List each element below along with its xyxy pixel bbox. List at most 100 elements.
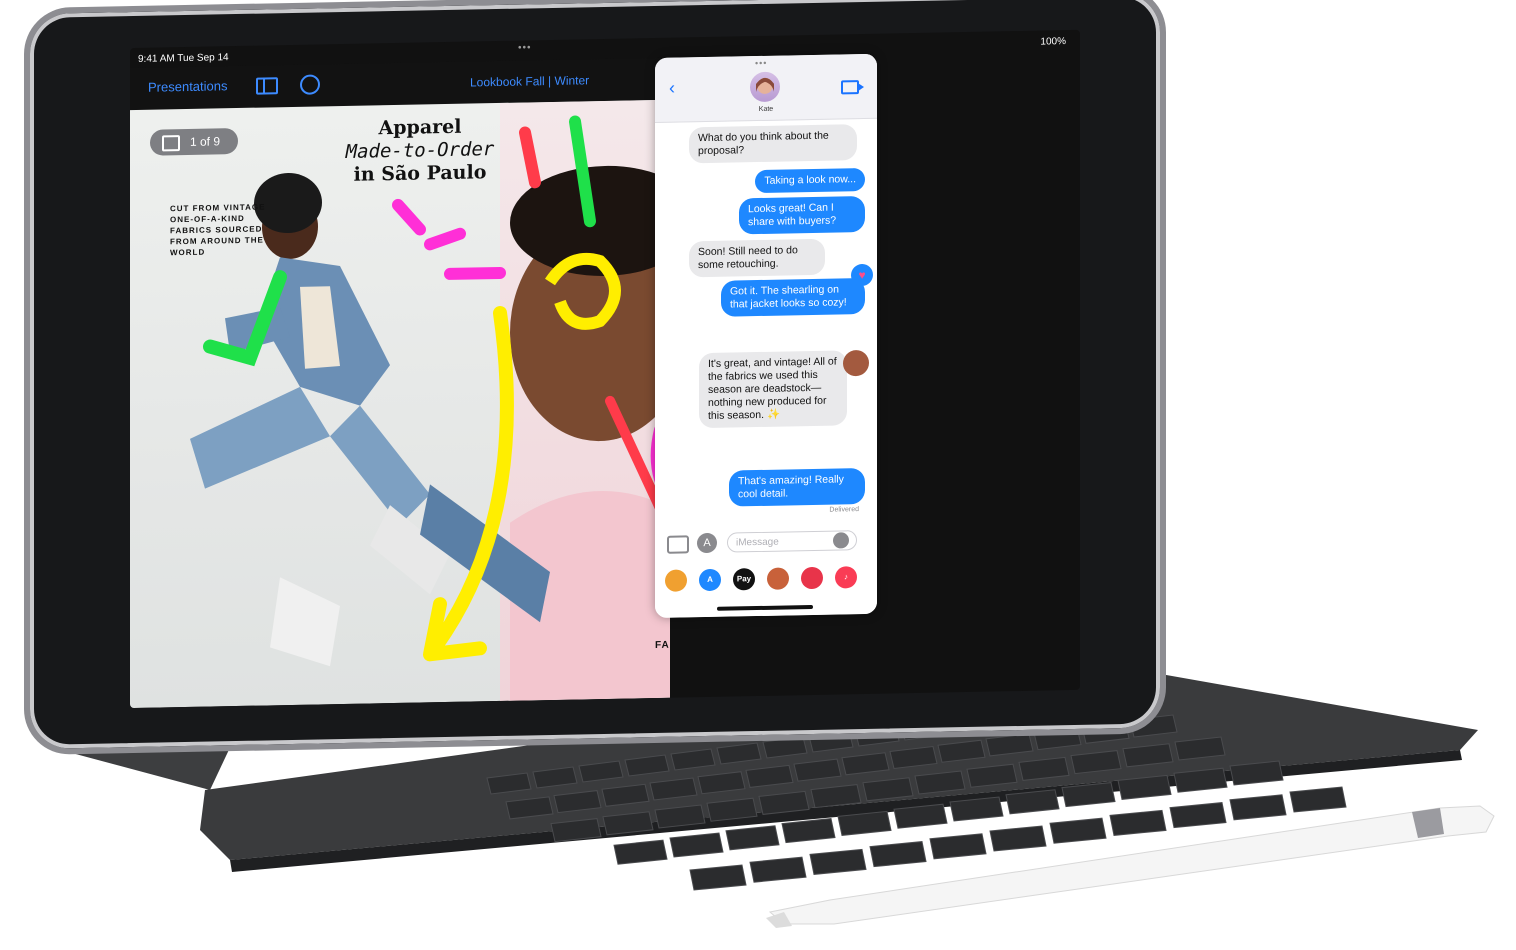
keyboard-key[interactable] <box>578 760 624 783</box>
keyboard-key[interactable] <box>749 856 807 883</box>
keyboard-key[interactable] <box>505 796 554 820</box>
memoji-icon[interactable] <box>767 567 789 590</box>
keyboard-key[interactable] <box>793 758 842 782</box>
keyboard-key[interactable] <box>1109 809 1167 836</box>
keyboard-key[interactable] <box>937 739 986 763</box>
keyboard-key[interactable] <box>745 764 794 788</box>
apple-pay-icon[interactable]: Pay <box>733 568 755 591</box>
keyboard-key[interactable] <box>613 839 668 865</box>
compose-area: A iMessage A Pay ♪ <box>655 521 877 618</box>
keyboard-key[interactable] <box>949 796 1004 822</box>
headline-line-2: Made-to-Order <box>345 138 495 163</box>
messages-slide-over: ••• ‹ Kate What do you think about the p… <box>655 53 877 618</box>
keyboard-key[interactable] <box>649 777 698 801</box>
keyboard-key[interactable] <box>689 864 747 891</box>
slide-body-copy: CUT FROM VINTAGE ONE-OF-A-KIND FABRICS S… <box>170 202 266 258</box>
keyboard-key[interactable] <box>725 825 780 851</box>
keyboard-key[interactable] <box>758 790 810 815</box>
undo-icon[interactable] <box>300 74 320 95</box>
keyboard-key[interactable] <box>1049 817 1107 844</box>
camera-icon[interactable] <box>667 535 689 554</box>
slide-footer-label: FALL/WINTER <box>655 638 670 651</box>
keyboard-key[interactable] <box>669 832 724 858</box>
keyboard-key[interactable] <box>706 797 758 822</box>
message-bubble-outgoing[interactable]: Taking a look now... <box>755 167 865 194</box>
keyboard-key[interactable] <box>985 733 1034 757</box>
message-bubble-outgoing[interactable]: Looks great! Can I share with buyers? <box>739 195 865 235</box>
message-thread: What do you think about the proposal? Ta… <box>655 118 877 522</box>
conversation-header: ••• ‹ Kate <box>655 53 877 123</box>
contact-avatar[interactable] <box>750 71 780 103</box>
keyboard-key[interactable] <box>654 804 706 829</box>
home-indicator[interactable] <box>717 604 813 611</box>
keyboard-key[interactable] <box>670 748 716 771</box>
slide-artwork <box>190 115 670 701</box>
headline-line-3: in São Paulo <box>353 161 487 186</box>
facetime-video-icon[interactable] <box>841 80 859 95</box>
keyboard-key[interactable] <box>624 754 670 777</box>
message-bubble-outgoing[interactable]: That's amazing! Really cool detail. <box>729 467 865 507</box>
keyboard-key[interactable] <box>893 803 948 829</box>
slide-counter[interactable]: 1 of 9 <box>150 128 238 156</box>
keyboard-key[interactable] <box>1173 767 1228 793</box>
keyboard-key[interactable] <box>550 818 602 843</box>
keyboard-key[interactable] <box>1122 743 1174 768</box>
keyboard-key[interactable] <box>1005 789 1060 815</box>
keyboard-key[interactable] <box>1070 750 1122 775</box>
keyboard-key[interactable] <box>1018 756 1070 781</box>
keyboard-key[interactable] <box>929 833 987 860</box>
slide-headline: Apparel Made-to-Order in São Paulo <box>320 115 520 188</box>
keyboard-key[interactable] <box>837 810 892 836</box>
keyboard-key[interactable] <box>989 825 1047 852</box>
keyboard-key[interactable] <box>889 745 938 770</box>
document-title[interactable]: Lookbook Fall | Winter <box>470 73 589 89</box>
keyboard-key[interactable] <box>602 811 654 836</box>
music-icon[interactable]: ♪ <box>835 566 857 589</box>
keyboard-key[interactable] <box>809 848 867 875</box>
keyboard-key[interactable] <box>781 818 836 844</box>
keyboard-key[interactable] <box>1117 774 1172 800</box>
slide-counter-text: 1 of 9 <box>190 134 221 149</box>
keyboard-key[interactable] <box>1169 802 1227 829</box>
app-store-icon[interactable]: A <box>699 568 721 592</box>
search-images-icon[interactable] <box>801 566 823 590</box>
message-bubble-incoming[interactable]: Soon! Still need to do some retouching. <box>689 238 825 278</box>
photos-icon[interactable] <box>665 569 687 592</box>
keyboard-key[interactable] <box>1174 736 1226 761</box>
slide-navigator-icon[interactable] <box>256 77 278 95</box>
keyboard-key[interactable] <box>601 783 650 807</box>
imessage-app-drawer: A Pay ♪ <box>665 566 865 594</box>
keyboard-key[interactable] <box>841 752 890 776</box>
keyboard-key[interactable] <box>486 772 532 795</box>
app-store-apps-icon[interactable]: A <box>697 532 717 554</box>
keyboard-key[interactable] <box>553 790 602 814</box>
slides-icon <box>162 135 180 152</box>
delivered-status: Delivered <box>829 506 859 514</box>
back-chevron-icon[interactable]: ‹ <box>669 78 675 99</box>
keyboard-key[interactable] <box>966 763 1018 788</box>
ipad-device: 9:41 AM Tue Sep 14 ••• 100% Presentation… <box>30 0 1160 754</box>
keyboard-key[interactable] <box>862 777 914 802</box>
slide-over-handle[interactable]: ••• <box>755 58 767 68</box>
apple-pencil <box>766 805 1495 928</box>
keyboard-key[interactable] <box>716 742 762 765</box>
keyboard-key[interactable] <box>1061 782 1116 808</box>
keyboard-key[interactable] <box>532 766 578 789</box>
message-bubble-incoming[interactable]: What do you think about the proposal? <box>689 124 857 164</box>
keyboard-key[interactable] <box>697 771 746 795</box>
keyboard-key[interactable] <box>1229 760 1284 786</box>
keyboard-key[interactable] <box>810 784 862 809</box>
keyboard-key[interactable] <box>914 770 966 795</box>
keyboard-key[interactable] <box>1289 786 1347 813</box>
contact-name[interactable]: Kate <box>751 106 781 114</box>
status-time: 9:41 AM Tue Sep 14 <box>138 52 229 65</box>
keyboard-key[interactable] <box>869 841 927 868</box>
ipad-screen: 9:41 AM Tue Sep 14 ••• 100% Presentation… <box>130 29 1080 709</box>
battery-percent: 100% <box>1040 36 1066 48</box>
keyboard-key[interactable] <box>1229 794 1287 821</box>
message-bubble-outgoing[interactable]: Got it. The shearling on that jacket loo… <box>721 277 865 317</box>
presentations-back-link[interactable]: Presentations <box>148 78 228 95</box>
keyboard-key[interactable] <box>762 736 808 759</box>
message-bubble-incoming[interactable]: It's great, and vintage! All of the fabr… <box>699 350 847 429</box>
multitasking-dots[interactable]: ••• <box>518 42 532 53</box>
